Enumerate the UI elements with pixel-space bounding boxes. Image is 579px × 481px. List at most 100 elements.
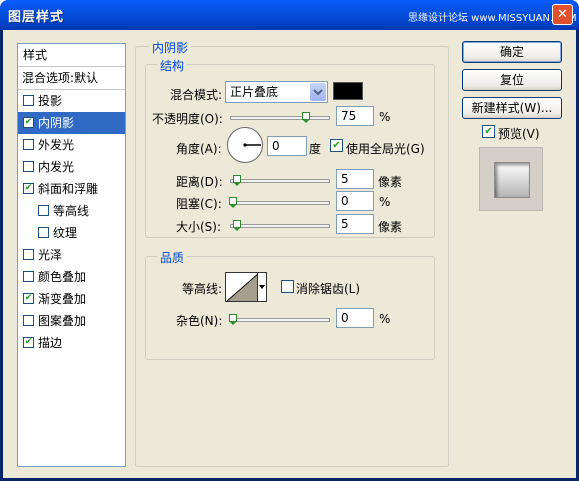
opacity-value: 75	[341, 109, 357, 123]
shadow-color-swatch[interactable]	[333, 82, 363, 100]
noise-input[interactable]: 0	[336, 308, 374, 328]
style-checkbox[interactable]	[23, 315, 34, 326]
style-item-label: 外发光	[38, 138, 75, 152]
ok-button[interactable]: 确定	[462, 41, 562, 63]
blend-options-item[interactable]: 混合选项:默认	[18, 67, 125, 90]
ok-button-label: 确定	[499, 45, 524, 59]
angle-dial[interactable]	[227, 127, 263, 163]
opacity-input[interactable]: 75	[336, 106, 374, 126]
style-checkbox[interactable]	[23, 95, 34, 106]
size-label: 大小(S):	[176, 220, 222, 234]
style-checkbox[interactable]: ✔	[23, 337, 34, 348]
size-slider-thumb[interactable]	[233, 220, 241, 231]
style-item[interactable]: 外发光	[18, 134, 125, 156]
checkmark-icon: ✔	[484, 126, 493, 137]
quality-title: 品质	[157, 249, 188, 266]
styles-list: 样式 混合选项:默认 投影 ✔ 内阴影外发光内发光 ✔ 斜面和浮雕等高线纹理光泽颜色叠加…	[17, 43, 126, 467]
contour-label: 等高线:	[182, 282, 223, 296]
style-item-label: 等高线	[53, 204, 90, 218]
style-item[interactable]: 等高线	[18, 200, 125, 222]
choke-slider-thumb[interactable]	[229, 197, 237, 208]
antialias-label[interactable]: 消除锯齿(L)	[296, 280, 360, 297]
style-item-label: 渐变叠加	[38, 292, 87, 306]
style-item-label: 颜色叠加	[38, 270, 87, 284]
angle-value: 0	[272, 139, 280, 153]
chevron-down-icon	[257, 273, 266, 301]
contour-preview-icon	[227, 273, 259, 301]
style-item-label: 描边	[38, 336, 63, 350]
style-item[interactable]: 光泽	[18, 244, 125, 266]
style-item-label: 内阴影	[38, 116, 75, 130]
angle-unit: 度	[309, 142, 322, 156]
style-checkbox[interactable]	[23, 249, 34, 260]
style-items: 投影 ✔ 内阴影外发光内发光 ✔ 斜面和浮雕等高线纹理光泽颜色叠加 ✔ 渐变叠加图案叠加 ✔ 描…	[18, 90, 125, 354]
checkmark-icon: ✔	[332, 140, 341, 151]
blend-mode-select[interactable]: 正片叠底	[225, 81, 328, 103]
distance-input[interactable]: 5	[336, 169, 374, 189]
distance-slider-thumb[interactable]	[233, 175, 241, 186]
style-checkbox[interactable]: ✔	[23, 183, 34, 194]
style-item[interactable]: 纹理	[18, 222, 125, 244]
style-checkbox[interactable]: ✔	[23, 293, 34, 304]
style-item[interactable]: ✔ 渐变叠加	[18, 288, 125, 310]
opacity-slider[interactable]	[230, 112, 330, 123]
global-light-label[interactable]: 使用全局光(G)	[346, 140, 425, 157]
style-checkbox[interactable]: ✔	[23, 117, 34, 128]
new-style-button[interactable]: 新建样式(W)...	[462, 97, 562, 119]
choke-input[interactable]: 0	[336, 191, 374, 211]
blend-options-label: 混合选项:默认	[22, 71, 99, 85]
choke-value: 0	[341, 194, 349, 208]
distance-unit: 像素	[378, 175, 403, 189]
opacity-label: 不透明度(O):	[152, 112, 223, 126]
style-checkbox[interactable]	[23, 139, 34, 150]
reset-button[interactable]: 复位	[462, 69, 562, 91]
style-checkbox[interactable]	[38, 205, 49, 216]
close-button[interactable]: ✕	[552, 4, 573, 25]
style-item[interactable]: ✔ 描边	[18, 332, 125, 354]
opacity-slider-thumb[interactable]	[302, 112, 310, 123]
checkmark-icon: ✔	[24, 117, 33, 127]
preview-swatch	[494, 162, 530, 198]
style-checkbox[interactable]	[23, 161, 34, 172]
structure-title: 结构	[157, 57, 188, 74]
close-icon: ✕	[557, 7, 568, 22]
style-item[interactable]: ✔ 斜面和浮雕	[18, 178, 125, 200]
angle-label: 角度(A):	[176, 142, 222, 156]
checkmark-icon: ✔	[24, 337, 33, 347]
angle-input[interactable]: 0	[267, 136, 307, 156]
noise-slider-thumb[interactable]	[229, 314, 237, 325]
inner-shadow-title: 内阴影	[149, 39, 192, 56]
style-item[interactable]: 图案叠加	[18, 310, 125, 332]
style-checkbox[interactable]	[38, 227, 49, 238]
preview-checkbox[interactable]: ✔	[482, 125, 495, 138]
style-item[interactable]: 内发光	[18, 156, 125, 178]
style-item-label: 光泽	[38, 248, 63, 262]
size-slider[interactable]	[230, 220, 330, 231]
distance-slider[interactable]	[230, 175, 330, 186]
choke-slider[interactable]	[229, 197, 330, 208]
antialias-checkbox[interactable]	[281, 280, 294, 293]
size-input[interactable]: 5	[336, 214, 374, 234]
chevron-down-icon	[310, 83, 326, 101]
style-item-label: 纹理	[53, 226, 78, 240]
choke-label: 阻塞(C):	[176, 197, 222, 211]
style-item[interactable]: 颜色叠加	[18, 266, 125, 288]
style-item[interactable]: ✔ 内阴影	[18, 112, 125, 134]
style-item-label: 斜面和浮雕	[38, 182, 99, 196]
preview-label[interactable]: 预览(V)	[498, 125, 540, 142]
window-title: 图层样式	[8, 10, 65, 25]
style-item-label: 投影	[38, 94, 63, 108]
layer-style-dialog: 图层样式 思缘设计论坛 www.MISSYUAN.COM ✕ 样式 混合选项:默…	[0, 0, 579, 481]
style-item-label: 图案叠加	[38, 314, 87, 328]
new-style-button-label: 新建样式(W)...	[471, 101, 553, 115]
style-item[interactable]: 投影	[18, 90, 125, 112]
opacity-unit: %	[379, 110, 391, 124]
style-checkbox[interactable]	[23, 271, 34, 282]
distance-label: 距离(D):	[176, 175, 223, 189]
contour-picker[interactable]	[225, 272, 267, 302]
angle-dial-icon	[243, 143, 261, 147]
title-bar[interactable]: 图层样式 思缘设计论坛 www.MISSYUAN.COM ✕	[0, 0, 579, 30]
noise-slider[interactable]	[229, 314, 330, 325]
global-light-checkbox[interactable]: ✔	[330, 139, 343, 152]
styles-header[interactable]: 样式	[18, 44, 125, 67]
